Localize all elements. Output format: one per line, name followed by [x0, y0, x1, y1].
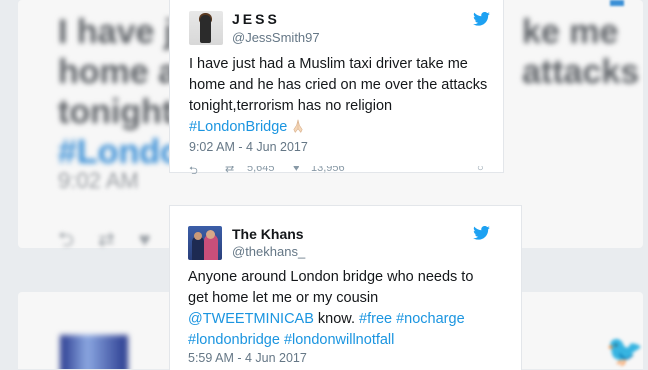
tweet-timestamp[interactable]: 9:02 AM - 4 Jun 2017: [189, 140, 308, 154]
tweet-actions: ⮌ ⇄ 5,645 ♥ 13,956 ○: [189, 166, 489, 174]
praying-hands-emoji: [293, 119, 303, 133]
twitter-bird-icon[interactable]: [473, 226, 490, 240]
hashtag-links-line2[interactable]: #londonbridge #londonwillnotfall: [188, 330, 513, 351]
like-icon[interactable]: ♥: [293, 166, 300, 174]
background-blurred-avatar: [60, 335, 128, 369]
background-blurred-time: 9:02 AM: [58, 168, 139, 193]
twitter-bird-icon[interactable]: [473, 12, 490, 26]
background-blurred-text-right: ke me attacks: [522, 13, 640, 91]
retweet-count: 5,645: [247, 166, 275, 174]
avatar[interactable]: [188, 226, 222, 260]
tweet-text: I have just had a Muslim taxi driver tak…: [189, 56, 488, 135]
background-blurred-actions: ⮌⇄♥: [58, 229, 175, 251]
tweet-card-jess: JESS @JessSmith97 I have just had a Musl…: [169, 0, 504, 174]
like-count: 13,956: [311, 166, 345, 174]
mention-link[interactable]: @TWEETMINICAB: [188, 311, 314, 327]
more-icon[interactable]: ○: [477, 166, 484, 174]
hashtag-links[interactable]: #free #nocharge: [359, 311, 465, 327]
user-handle[interactable]: @thekhans_: [232, 244, 305, 259]
hashtag-link[interactable]: #LondonBridge: [189, 119, 287, 135]
reply-icon[interactable]: ⮌: [189, 166, 198, 174]
background-accent: [610, 0, 624, 6]
tweet-card-thekhans: The Khans @thekhans_ Anyone around Londo…: [169, 205, 522, 370]
tweet-text: Anyone around London bridge who needs to…: [188, 267, 513, 351]
display-name[interactable]: JESS: [232, 11, 280, 27]
retweet-icon[interactable]: ⇄: [225, 166, 234, 174]
background-twitter-bird-icon: 🐦: [606, 335, 644, 368]
avatar[interactable]: [189, 11, 223, 45]
display-name[interactable]: The Khans: [232, 226, 304, 242]
tweet-timestamp[interactable]: 5:59 AM - 4 Jun 2017: [188, 351, 307, 365]
user-handle[interactable]: @JessSmith97: [232, 30, 320, 45]
